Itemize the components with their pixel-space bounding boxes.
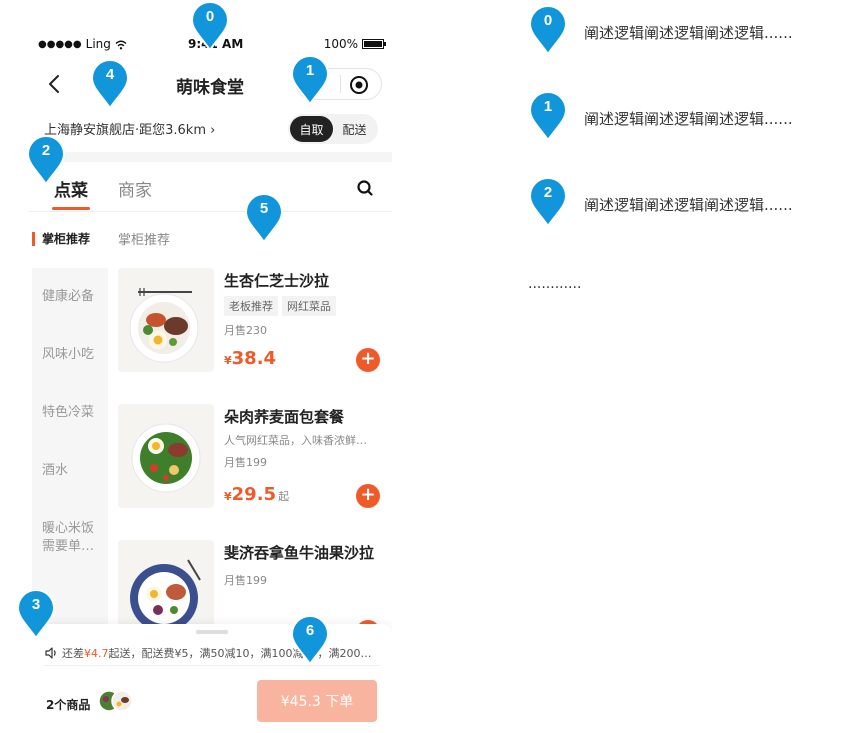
section-active-label[interactable]: 掌柜推荐: [42, 230, 90, 247]
marker-2: 2: [26, 136, 66, 186]
wifi-icon: [115, 40, 127, 50]
marker-number: 4: [105, 66, 115, 83]
notice-suffix: 起送，配送费¥5，满50减10，满100减30，满200…: [108, 646, 372, 660]
marker-number: 5: [259, 200, 269, 217]
nav-bar: 萌味食堂: [28, 62, 392, 106]
product-sales: 月售230: [224, 324, 267, 337]
product-item[interactable]: 生杏仁芝士沙拉 老板推荐 网红菜品 月售230 ¥38.4 +: [118, 268, 392, 376]
add-to-cart-button[interactable]: +: [356, 348, 380, 372]
tab-active-indicator: [52, 207, 90, 210]
category-item[interactable]: 健康必备: [32, 268, 108, 326]
currency-symbol: ¥: [224, 490, 232, 503]
divider-strip: [28, 152, 392, 162]
annotation-marker: 1: [528, 92, 568, 142]
section-inactive-label[interactable]: 掌柜推荐: [118, 229, 170, 248]
product-sales: 月售199: [224, 574, 267, 587]
marker-6: 6: [290, 616, 330, 666]
annotation-text: 阐述逻辑阐述逻辑阐述逻辑......: [584, 196, 793, 214]
pickup-button[interactable]: 自取: [290, 116, 333, 142]
search-icon[interactable]: [356, 179, 374, 197]
add-to-cart-button[interactable]: +: [356, 484, 380, 508]
marker-number: 0: [205, 8, 215, 25]
price-suffix: 起: [278, 490, 290, 503]
marker-number: 2: [543, 184, 553, 201]
annotation-row: 2 阐述逻辑阐述逻辑阐述逻辑......: [520, 176, 857, 228]
notice-prefix: 还差: [62, 646, 84, 660]
marker-number: 3: [31, 596, 41, 613]
currency-symbol: ¥: [224, 354, 232, 367]
battery-percent: 100%: [323, 37, 358, 51]
marker-5: 5: [244, 194, 284, 244]
main-tabs: 点菜 商家: [28, 166, 392, 212]
capsule-divider: [340, 75, 341, 93]
marker-number: 2: [41, 142, 51, 159]
annotation-text: 阐述逻辑阐述逻辑阐述逻辑......: [584, 24, 793, 42]
product-name: 斐济吞拿鱼牛油果沙拉: [224, 544, 375, 562]
marker-number: 1: [305, 62, 315, 79]
product-tag: 网红菜品: [282, 296, 336, 316]
product-tag: 老板推荐: [224, 296, 278, 316]
category-sidebar: 健康必备 风味小吃 特色冷菜 酒水 暖心米饭需要单…: [32, 268, 108, 628]
product-price: ¥29.5 起: [224, 484, 289, 505]
product-name: 生杏仁芝士沙拉: [224, 272, 330, 290]
marker-number: 0: [543, 12, 553, 29]
delivery-button[interactable]: 配送: [333, 116, 376, 142]
phone-screen: ●●●●● Ling 9:41 AM 100% 萌味食堂 上海静安旗舰店·距您3…: [28, 28, 392, 733]
pickup-delivery-toggle: 自取 配送: [288, 114, 378, 144]
product-item[interactable]: 朵肉荞麦面包套餐 人气网红菜品，入味香浓鲜… 月售199 ¥29.5 起 +: [118, 404, 392, 512]
annotation-panel: 0 阐述逻辑阐述逻辑阐述逻辑...... 1 阐述逻辑阐述逻辑阐述逻辑.....…: [520, 0, 857, 300]
category-item[interactable]: 风味小吃: [32, 326, 108, 384]
annotation-marker: 0: [528, 6, 568, 56]
category-item[interactable]: 酒水: [32, 442, 108, 500]
product-tags: 老板推荐 网红菜品: [224, 296, 336, 316]
carrier-name: Ling: [85, 37, 111, 51]
product-name: 朵肉荞麦面包套餐: [224, 408, 345, 426]
cart-panel: 还差¥4.7起送，配送费¥5，满50减10，满100减30，满200… 2个商品…: [28, 624, 392, 733]
category-item[interactable]: 特色冷菜: [32, 384, 108, 442]
section-indicator: [32, 232, 35, 246]
target-icon[interactable]: [349, 75, 369, 95]
product-price: ¥38.4: [224, 348, 276, 369]
annotation-text: 阐述逻辑阐述逻辑阐述逻辑......: [584, 110, 793, 128]
bread-set-illustration: [131, 423, 201, 493]
marker-0: 0: [190, 2, 230, 52]
store-name-text: 上海静安旗舰店·距您3.6km: [44, 123, 206, 138]
marker-number: 1: [543, 98, 553, 115]
marker-3: 3: [16, 590, 56, 640]
category-item[interactable]: 暖心米饭需要单…: [32, 500, 108, 576]
place-order-button[interactable]: ¥45.3 下单: [257, 680, 377, 722]
store-location-link[interactable]: 上海静安旗舰店·距您3.6km ›: [44, 119, 215, 138]
notice-amount: ¥4.7: [84, 646, 109, 660]
product-description: 人气网红菜品，入味香浓鲜…: [224, 434, 367, 447]
price-value: 38.4: [231, 348, 277, 369]
annotation-ellipsis: ............: [528, 276, 582, 292]
product-image: [118, 404, 214, 508]
product-image: [118, 268, 214, 372]
product-sales: 月售199: [224, 456, 267, 469]
store-row: 上海静安旗舰店·距您3.6km › 自取 配送: [28, 112, 392, 146]
marker-number: 6: [305, 622, 315, 639]
cart-thumbnails[interactable]: [98, 689, 134, 713]
marker-1: 1: [290, 56, 330, 106]
signal-icon: ●●●●●: [38, 38, 82, 50]
drag-handle[interactable]: [196, 630, 228, 634]
status-left: ●●●●● Ling: [38, 37, 127, 51]
price-value: 29.5: [231, 484, 277, 505]
marker-4: 4: [90, 60, 130, 110]
tab-merchant[interactable]: 商家: [118, 176, 152, 201]
annotation-row: 0 阐述逻辑阐述逻辑阐述逻辑......: [520, 4, 857, 56]
battery-icon: [362, 39, 386, 49]
cart-count: 2个商品: [46, 698, 91, 712]
annotation-row: 1 阐述逻辑阐述逻辑阐述逻辑......: [520, 90, 857, 142]
product-list: 生杏仁芝士沙拉 老板推荐 网红菜品 月售230 ¥38.4 + 朵肉荞麦面包套餐…: [118, 268, 392, 644]
status-right: 100%: [323, 37, 386, 51]
speaker-icon: [45, 646, 56, 659]
salad-plate-illustration: [129, 288, 199, 363]
section-header: 掌柜推荐 掌柜推荐: [28, 224, 392, 252]
annotation-marker: 2: [528, 178, 568, 228]
